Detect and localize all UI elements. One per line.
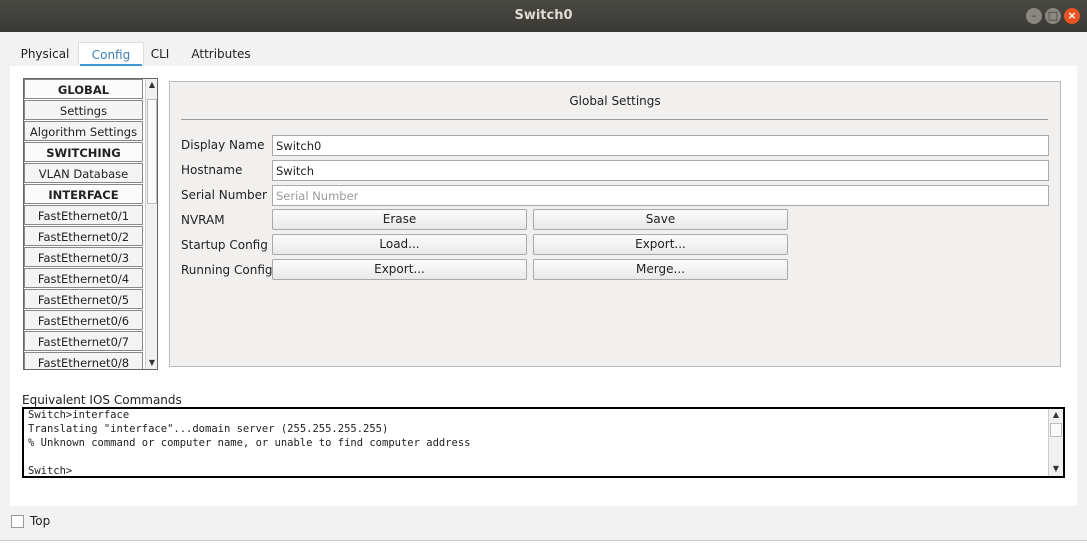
erase-button[interactable]: Erase [272,209,527,230]
load-button[interactable]: Load... [272,234,527,255]
sidebar-item-fastethernet0-1[interactable]: FastEthernet0/1 [24,205,143,225]
console-line: % Unknown command or computer name, or u… [28,437,471,449]
merge-button[interactable]: Merge... [533,259,788,280]
sidebar-scrollbar[interactable]: ▲ ▼ [145,79,157,369]
nvram-label: NVRAM [181,213,225,227]
sidebar-scroll-thumb[interactable] [147,99,157,204]
serial-number-label: Serial Number [181,188,267,202]
sidebar-item-settings[interactable]: Settings [24,100,143,120]
save-button[interactable]: Save [533,209,788,230]
close-icon[interactable]: × [1064,8,1080,24]
scroll-down-icon[interactable]: ▼ [146,358,157,367]
display-name-label: Display Name [181,138,265,152]
sidebar-item-fastethernet0-5[interactable]: FastEthernet0/5 [24,289,143,309]
serial-number-field[interactable] [272,185,1049,206]
export-running-button[interactable]: Export... [272,259,527,280]
tab-config-label: Config [79,48,143,67]
hostname-field[interactable] [272,160,1049,181]
export-startup-button[interactable]: Export... [533,234,788,255]
title-bar: Switch0 – □ × [0,0,1087,32]
global-settings-title: Global Settings [569,94,661,108]
sidebar-item-fastethernet0-6[interactable]: FastEthernet0/6 [24,310,143,330]
maximize-icon[interactable]: □ [1045,8,1061,24]
sidebar-item-fastethernet0-8[interactable]: FastEthernet0/8 [24,352,143,369]
display-name-field[interactable] [272,135,1049,156]
top-label: Top [30,514,51,528]
window-title: Switch0 [514,8,573,23]
hostname-label: Hostname [181,163,243,177]
console-scroll-thumb[interactable] [1050,423,1062,437]
console-scrollbar[interactable]: ▲ ▼ [1048,409,1063,476]
console-line: Switch> [28,465,73,477]
sidebar-item-vlan-database[interactable]: VLAN Database [24,163,143,183]
sidebar-item-algorithm-settings[interactable]: Algorithm Settings [24,121,143,141]
ios-commands-label: Equivalent IOS Commands [22,393,182,407]
sidebar-item-fastethernet0-4[interactable]: FastEthernet0/4 [24,268,143,288]
tab-attributes[interactable]: Attributes [182,42,260,66]
sidebar-header-global[interactable]: GLOBAL [24,79,143,99]
sidebar-item-fastethernet0-7[interactable]: FastEthernet0/7 [24,331,143,351]
console-line: Switch>interface [28,409,130,421]
tab-physical[interactable]: Physical [12,42,78,66]
config-sidebar: GLOBAL Settings Algorithm Settings SWITC… [23,78,158,370]
console-line: Translating "interface"...domain server … [28,423,389,435]
global-settings-group: Global Settings Display Name Hostname Se… [169,81,1061,367]
scroll-up-icon[interactable]: ▲ [1049,410,1063,419]
sidebar-item-fastethernet0-2[interactable]: FastEthernet0/2 [24,226,143,246]
scroll-up-icon[interactable]: ▲ [146,80,157,89]
sidebar-header-interface[interactable]: INTERFACE [24,184,143,204]
sidebar-header-switching[interactable]: SWITCHING [24,142,143,162]
startup-config-label: Startup Config [181,238,268,252]
minimize-icon[interactable]: – [1026,8,1042,24]
sidebar-item-fastethernet0-3[interactable]: FastEthernet0/3 [24,247,143,267]
scroll-down-icon[interactable]: ▼ [1049,464,1063,473]
tab-cli[interactable]: CLI [144,42,176,66]
tab-config[interactable]: Config [78,42,144,67]
running-config-label: Running Config [181,263,273,277]
top-checkbox[interactable] [11,515,24,528]
ios-commands-console[interactable]: Switch>interface Translating "interface"… [22,407,1065,478]
divider [181,119,1048,120]
